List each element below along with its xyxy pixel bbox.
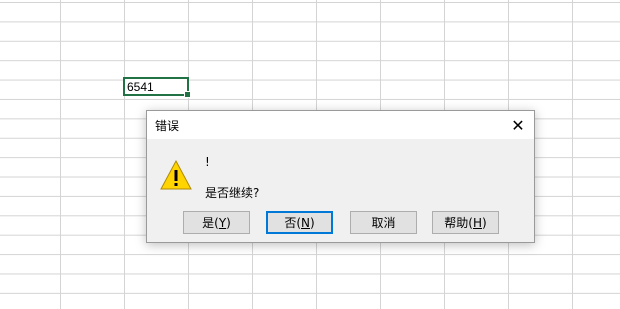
help-button-label: 帮助	[444, 216, 469, 230]
yes-button[interactable]: 是(Y)	[183, 211, 250, 234]
yes-mnemonic: Y	[218, 215, 227, 230]
error-dialog: 错误 ✕ ! 是否继续? 是(Y) 否(N) 取消 帮助(H)	[146, 110, 535, 243]
cancel-button-label: 取消	[371, 216, 396, 230]
yes-button-label: 是	[202, 216, 215, 230]
help-mnemonic: H	[472, 215, 483, 230]
active-cell[interactable]: 6541	[123, 77, 191, 98]
message-line-1: !	[205, 155, 210, 169]
no-button-label: 否	[284, 216, 297, 230]
help-button[interactable]: 帮助(H)	[432, 211, 499, 234]
dialog-titlebar[interactable]: 错误 ✕	[147, 111, 534, 139]
no-mnemonic: N	[301, 215, 310, 230]
help-mnemonic-close: )	[482, 215, 487, 230]
dialog-title: 错误	[155, 119, 180, 133]
yes-mnemonic-close: )	[226, 215, 231, 230]
cell-value: 6541	[127, 80, 154, 94]
no-mnemonic-close: )	[310, 215, 315, 230]
cancel-button[interactable]: 取消	[350, 211, 417, 234]
fill-handle[interactable]	[184, 91, 191, 98]
message-line-2: 是否继续?	[205, 186, 260, 200]
warning-icon	[160, 160, 192, 190]
close-icon[interactable]: ✕	[502, 111, 534, 139]
no-button[interactable]: 否(N)	[266, 211, 333, 234]
